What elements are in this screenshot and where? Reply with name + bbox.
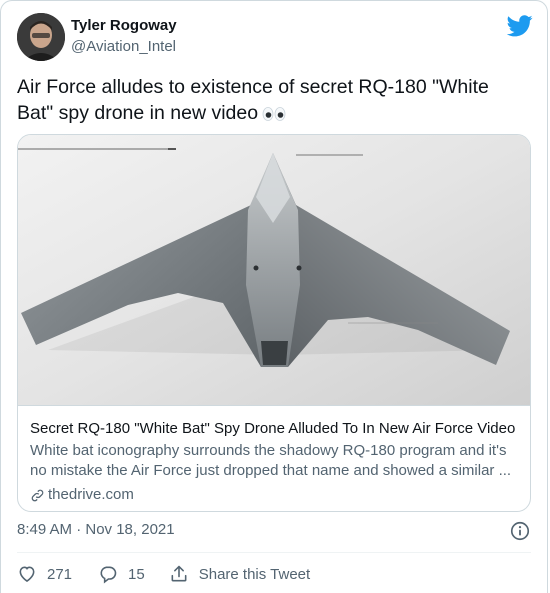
link-card-domain[interactable]: thedrive.com <box>30 485 518 505</box>
avatar[interactable] <box>17 13 65 61</box>
tweet-actions: 271 15 Share this Tweet <box>17 563 310 585</box>
author-handle[interactable]: @Aviation_Intel <box>71 38 176 55</box>
eyes-emoji-icon <box>262 102 286 128</box>
divider <box>17 552 531 553</box>
link-card-title[interactable]: Secret RQ-180 "White Bat" Spy Drone Allu… <box>30 419 518 439</box>
reply-count: 15 <box>128 565 145 583</box>
reply-icon <box>100 566 117 584</box>
tweet-text: Air Force alludes to existence of secret… <box>17 74 527 128</box>
link-card-description: White bat iconography surrounds the shad… <box>30 442 512 479</box>
link-card-domain-text: thedrive.com <box>48 486 134 503</box>
twitter-bird-icon[interactable] <box>506 15 533 37</box>
info-icon[interactable] <box>509 520 531 542</box>
share-label: Share this Tweet <box>198 565 311 583</box>
link-preview-card[interactable]: Secret RQ-180 "White Bat" Spy Drone Allu… <box>17 134 531 512</box>
tweet-text-content: Air Force alludes to existence of secret… <box>17 76 489 124</box>
like-button[interactable]: 271 <box>17 564 72 584</box>
share-icon <box>171 565 187 582</box>
author-name[interactable]: Tyler Rogoway <box>71 17 177 34</box>
share-button[interactable]: Share this Tweet <box>169 564 310 584</box>
tweet-timestamp[interactable]: 8:49 AM · Nov 18, 2021 <box>17 521 175 538</box>
reply-button[interactable]: 15 <box>98 564 145 584</box>
like-count: 271 <box>47 565 73 583</box>
tweet-card: Tyler Rogoway @Aviation_Intel Air Force … <box>0 0 548 593</box>
flying-wing-drone-image[interactable] <box>18 135 530 405</box>
link-card-body: Secret RQ-180 "White Bat" Spy Drone Allu… <box>18 405 530 505</box>
heart-icon <box>19 566 35 583</box>
link-icon <box>31 489 44 501</box>
